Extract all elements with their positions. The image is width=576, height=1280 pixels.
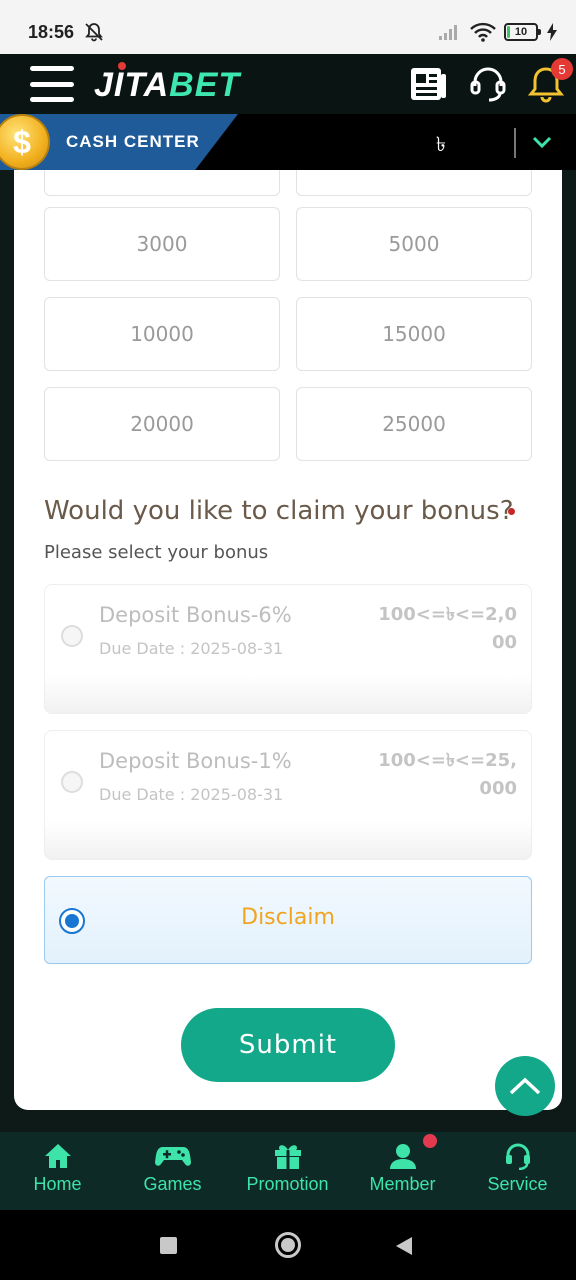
nav-member[interactable]: Member: [345, 1142, 460, 1195]
amount-option[interactable]: 5000: [296, 207, 532, 281]
bonus-due-date: Due Date : 2025-08-31: [99, 639, 284, 658]
bonus-range: 100<=৳<=25,000: [378, 750, 517, 799]
status-bar: 18:56 10: [0, 0, 576, 54]
currency-selector[interactable]: ৳: [436, 130, 446, 163]
disclaim-label: Disclaim: [241, 905, 335, 930]
nav-home[interactable]: Home: [0, 1142, 115, 1195]
battery-indicator: 10: [504, 23, 541, 41]
cash-center-bar: CASH CENTER ৳: [0, 114, 576, 170]
chevron-down-icon[interactable]: [530, 130, 554, 154]
member-notification-dot: [423, 1134, 437, 1148]
disclaim-option[interactable]: Disclaim: [44, 876, 532, 964]
bonus-name: Deposit Bonus-1%: [99, 749, 292, 773]
bonus-range: 100<=৳<=2,000: [378, 604, 517, 653]
gift-icon: [274, 1145, 301, 1169]
amount-option[interactable]: 10000: [44, 297, 280, 371]
bonus-subtitle: Please select your bonus: [44, 542, 269, 563]
logo-text-jita: JITA: [94, 66, 170, 104]
wifi-icon: [470, 22, 496, 42]
nav-service[interactable]: Service: [460, 1142, 575, 1195]
recent-apps-button[interactable]: [160, 1237, 177, 1254]
top-header: JITABET: [0, 54, 576, 114]
customer-support-icon[interactable]: [468, 64, 508, 104]
nav-label: Service: [487, 1174, 548, 1194]
battery-level: [507, 26, 510, 38]
nav-label: Promotion: [246, 1174, 329, 1194]
amount-option-partial[interactable]: [44, 170, 280, 196]
nav-label: Home: [33, 1174, 82, 1194]
bottom-nav: Home Games Promotion Member Service: [0, 1132, 576, 1210]
bonus-name: Deposit Bonus-6%: [99, 603, 292, 627]
nav-label: Member: [369, 1174, 436, 1194]
amount-option[interactable]: 3000: [44, 207, 280, 281]
news-icon[interactable]: [408, 64, 448, 104]
scroll-to-top-button[interactable]: [495, 1056, 555, 1116]
bonus-radio[interactable]: [61, 625, 83, 647]
divider: [514, 128, 516, 158]
bonus-question: Would you like to claim your bonus?: [44, 496, 514, 526]
jitabet-logo[interactable]: JITABET: [94, 62, 241, 105]
logo-text-bet: BET: [169, 66, 241, 104]
battery-text: 10: [514, 26, 528, 38]
back-button[interactable]: [396, 1237, 412, 1255]
bonus-radio[interactable]: [61, 771, 83, 793]
headset-icon: [505, 1143, 530, 1170]
logo-dot: [118, 62, 126, 70]
signal-icon: [439, 25, 457, 40]
bonus-due-date: Due Date : 2025-08-31: [99, 785, 284, 804]
nav-label: Games: [143, 1174, 202, 1194]
chevron-up-icon: [509, 1077, 541, 1095]
gamepad-icon: [154, 1147, 191, 1166]
amount-option[interactable]: 20000: [44, 387, 280, 461]
nav-games[interactable]: Games: [115, 1142, 230, 1195]
bonus-option[interactable]: Deposit Bonus-6% Due Date : 2025-08-31 1…: [44, 584, 532, 714]
status-time: 18:56: [28, 22, 75, 42]
home-button[interactable]: [275, 1232, 301, 1258]
nav-promotion[interactable]: Promotion: [230, 1142, 345, 1195]
menu-icon[interactable]: [30, 66, 74, 102]
notification-badge: 5: [551, 58, 573, 80]
user-icon: [389, 1144, 416, 1169]
submit-button[interactable]: Submit: [181, 1008, 395, 1082]
cash-center-label: CASH CENTER: [66, 132, 200, 151]
amount-option[interactable]: 15000: [296, 297, 532, 371]
deposit-card: 3000 5000 10000 15000 20000 25000 Would …: [14, 170, 562, 1110]
amount-option[interactable]: 25000: [296, 387, 532, 461]
required-indicator: [508, 508, 515, 515]
amount-option-partial[interactable]: [296, 170, 532, 196]
charging-icon: [547, 23, 557, 41]
bonus-option[interactable]: Deposit Bonus-1% Due Date : 2025-08-31 1…: [44, 730, 532, 860]
home-icon: [44, 1144, 71, 1168]
system-nav-bar: [0, 1210, 576, 1280]
bell-off-icon: [85, 23, 103, 42]
